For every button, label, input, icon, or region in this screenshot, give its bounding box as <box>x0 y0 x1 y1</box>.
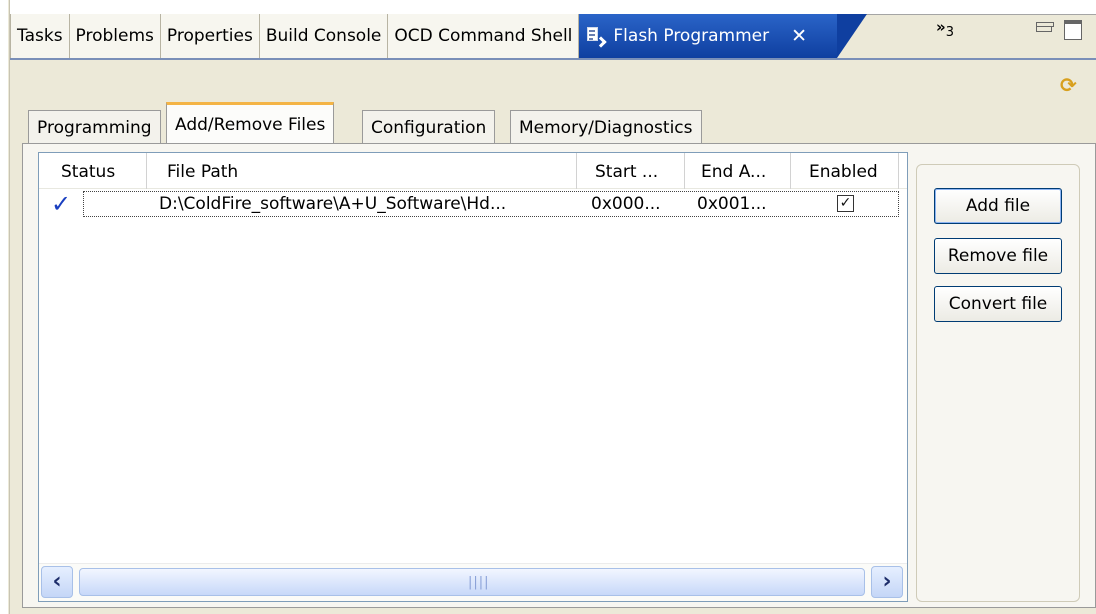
tab-configuration[interactable]: Configuration <box>362 110 496 144</box>
column-header-end[interactable]: End A... <box>685 153 791 189</box>
column-header-enabled[interactable]: Enabled <box>791 153 899 189</box>
tab-label: Build Console <box>265 26 382 46</box>
start-address-cell: 0x000... <box>591 194 661 214</box>
tab-add-remove-files[interactable]: Add/Remove Files <box>166 102 335 144</box>
scroll-left-button[interactable]: ‹ <box>41 566 73 598</box>
tab-label: Properties <box>166 26 253 46</box>
tab-properties[interactable]: Properties <box>160 14 260 58</box>
tab-label: Configuration <box>371 117 487 138</box>
close-icon[interactable]: ✕ <box>791 25 807 47</box>
add-file-button[interactable]: Add file <box>934 188 1062 224</box>
tab-build-console[interactable]: Build Console <box>259 14 389 58</box>
column-header-status[interactable]: Status <box>39 153 147 189</box>
grip-icon: |||| <box>468 575 490 590</box>
tab-label: Add/Remove Files <box>175 114 326 135</box>
flash-programmer-icon <box>585 26 608 48</box>
tab-programming[interactable]: Programming <box>28 110 161 144</box>
tab-label: Flash Programmer <box>613 26 770 46</box>
tab-memory-diagnostics[interactable]: Memory/Diagnostics <box>510 110 702 144</box>
view-toolbar <box>10 58 1096 102</box>
view-overflow-button[interactable]: »3 <box>936 18 954 40</box>
remove-file-button[interactable]: Remove file <box>934 238 1062 274</box>
checkmark-icon: ✓ <box>51 190 72 218</box>
tab-label: Programming <box>37 117 152 138</box>
tab-label: Tasks <box>17 26 63 46</box>
view-tabs: Tasks Problems Properties Build Console … <box>10 14 867 58</box>
horizontal-scrollbar[interactable]: ‹ |||| › <box>39 563 907 601</box>
table-header: Status File Path Start ... End A... Enab… <box>39 153 907 189</box>
tab-label: Problems <box>75 26 154 46</box>
minimize-icon[interactable] <box>1036 22 1054 32</box>
column-header-start[interactable]: Start ... <box>577 153 685 189</box>
tab-label: Memory/Diagnostics <box>519 117 693 138</box>
tab-flash-programmer[interactable]: Flash Programmer ✕ <box>579 14 867 58</box>
tab-tasks[interactable]: Tasks <box>10 14 70 58</box>
tab-label: OCD Command Shell <box>394 26 573 46</box>
overflow-count: 3 <box>945 25 954 40</box>
convert-file-button[interactable]: Convert file <box>934 286 1062 322</box>
enabled-checkbox[interactable]: ✓ <box>837 195 854 212</box>
tab-ocd-command-shell[interactable]: OCD Command Shell <box>388 14 580 58</box>
file-table[interactable]: Status File Path Start ... End A... Enab… <box>38 152 908 602</box>
sync-icon[interactable]: ⟳ <box>1060 74 1084 96</box>
scroll-thumb[interactable]: |||| <box>79 568 865 596</box>
maximize-icon[interactable] <box>1064 20 1082 40</box>
scroll-right-button[interactable]: › <box>871 566 903 598</box>
end-address-cell: 0x001... <box>697 194 767 214</box>
chevron-icon: » <box>936 18 946 36</box>
file-path-cell: D:\ColdFire_software\A+U_Software\Hd... <box>159 194 507 214</box>
column-header-file-path[interactable]: File Path <box>147 153 577 189</box>
tab-problems[interactable]: Problems <box>69 14 161 58</box>
button-group <box>916 164 1080 602</box>
